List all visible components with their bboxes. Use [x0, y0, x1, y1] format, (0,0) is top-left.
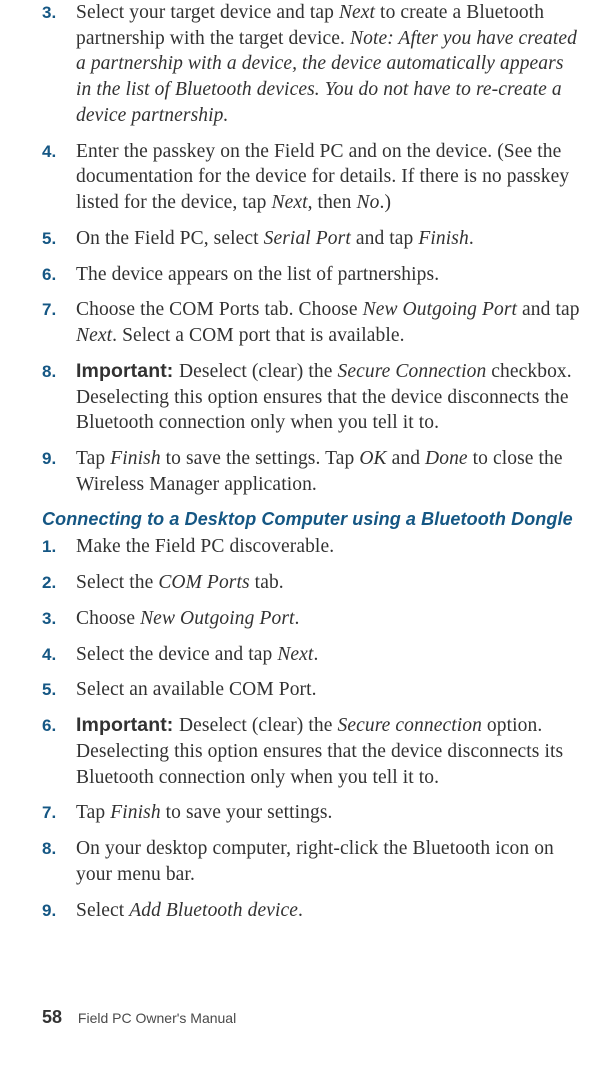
- step-text: Select an available COM Port.: [76, 679, 317, 700]
- step-text: Important: Deselect (clear) the Secure C…: [76, 361, 572, 433]
- step-number: 7.: [42, 800, 56, 826]
- step-item: 5. On the Field PC, select Serial Port an…: [42, 226, 581, 252]
- footer-title: Field PC Owner's Manual: [78, 1010, 236, 1026]
- step-text: Enter the passkey on the Field PC and on…: [76, 141, 569, 213]
- step-number: 7.: [42, 297, 56, 323]
- step-text: Select your target device and tap Next t…: [76, 2, 577, 126]
- page-footer: 58 Field PC Owner's Manual: [42, 1007, 236, 1028]
- step-number: 4.: [42, 139, 56, 165]
- step-number: 4.: [42, 642, 56, 668]
- manual-page: 3. Select your target device and tap Next…: [0, 0, 613, 1068]
- steps-section-a: 3. Select your target device and tap Next…: [42, 0, 581, 497]
- step-item: 2. Select the COM Ports tab.: [42, 570, 581, 596]
- steps-section-b: 1. Make the Field PC discoverable. 2. Selec…: [42, 534, 581, 923]
- step-item: 4. Enter the passkey on the Field PC and …: [42, 139, 581, 216]
- step-number: 3.: [42, 0, 56, 26]
- step-text: Select the device and tap Next.: [76, 644, 318, 665]
- step-number: 8.: [42, 836, 56, 862]
- page-number: 58: [42, 1007, 62, 1027]
- step-number: 9.: [42, 446, 56, 472]
- step-number: 6.: [42, 262, 56, 288]
- step-item: 5. Select an available COM Port.: [42, 677, 581, 703]
- step-text: Select Add Bluetooth device.: [76, 900, 303, 921]
- step-item: 7. Tap Finish to save your settings.: [42, 800, 581, 826]
- step-text: Tap Finish to save the settings. Tap OK …: [76, 448, 563, 495]
- step-text: Tap Finish to save your settings.: [76, 802, 333, 823]
- step-number: 5.: [42, 226, 56, 252]
- step-text: On your desktop computer, right-click th…: [76, 838, 554, 885]
- step-item: 7. Choose the COM Ports tab. Choose New O…: [42, 297, 581, 348]
- step-text: Select the COM Ports tab.: [76, 572, 284, 593]
- step-number: 9.: [42, 898, 56, 924]
- step-item: 1. Make the Field PC discoverable.: [42, 534, 581, 560]
- step-item: 8. Important: Deselect (clear) the Secure…: [42, 359, 581, 436]
- step-item: 8. On your desktop computer, right-click …: [42, 836, 581, 887]
- step-item: 6. The device appears on the list of part…: [42, 262, 581, 288]
- step-number: 3.: [42, 606, 56, 632]
- step-number: 8.: [42, 359, 56, 385]
- step-number: 1.: [42, 534, 56, 560]
- step-text: Choose New Outgoing Port.: [76, 608, 300, 629]
- step-item: 9. Tap Finish to save the settings. Tap O…: [42, 446, 581, 497]
- step-text: The device appears on the list of partne…: [76, 264, 439, 285]
- step-text: On the Field PC, select Serial Port and …: [76, 228, 474, 249]
- step-text: Choose the COM Ports tab. Choose New Out…: [76, 299, 580, 346]
- step-item: 9. Select Add Bluetooth device.: [42, 898, 581, 924]
- section-heading: Connecting to a Desktop Computer using a…: [42, 509, 581, 530]
- step-item: 4. Select the device and tap Next.: [42, 642, 581, 668]
- step-number: 2.: [42, 570, 56, 596]
- step-text: Make the Field PC discoverable.: [76, 536, 334, 557]
- step-item: 3. Select your target device and tap Next…: [42, 0, 581, 129]
- step-number: 5.: [42, 677, 56, 703]
- step-item: 6. Important: Deselect (clear) the Secure…: [42, 713, 581, 790]
- step-text: Important: Deselect (clear) the Secure c…: [76, 715, 563, 787]
- step-item: 3. Choose New Outgoing Port.: [42, 606, 581, 632]
- step-number: 6.: [42, 713, 56, 739]
